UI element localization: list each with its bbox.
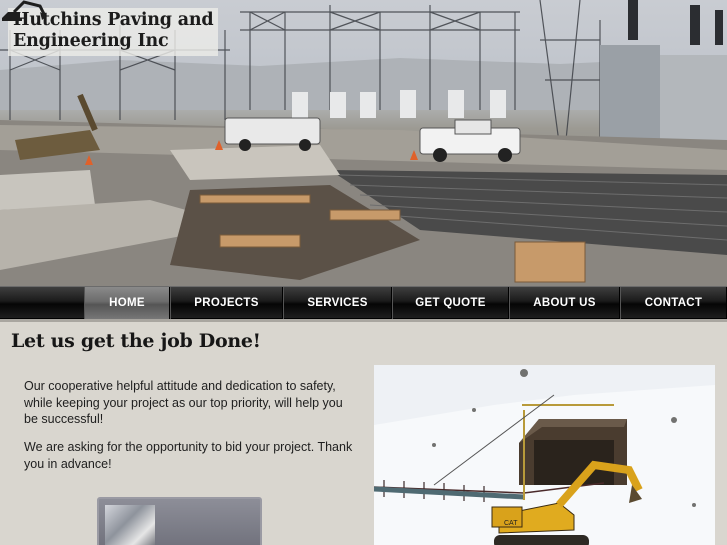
nav-contact-label: CONTACT — [644, 297, 703, 309]
nav-home[interactable]: HOME — [84, 287, 170, 319]
nav-divider — [0, 319, 727, 322]
nav-contact[interactable]: CONTACT — [620, 287, 727, 319]
nav-services[interactable]: SERVICES — [283, 287, 392, 319]
page-headline: Let us get the job Done! — [11, 330, 261, 352]
svg-text:CAT: CAT — [504, 520, 518, 527]
excavator-logo-icon — [2, 0, 47, 21]
nav-get-quote[interactable]: GET QUOTE — [392, 287, 509, 319]
project-thumbnail-link[interactable] — [97, 497, 262, 545]
company-name-line2: Engineering Inc — [13, 31, 169, 51]
nav-services-label: SERVICES — [307, 297, 368, 309]
hero-image: Hutchins Paving and Engineering Inc — [0, 0, 727, 286]
bid-paragraph: We are asking for the opportunity to bid… — [24, 440, 353, 471]
main-navigation: HOME PROJECTS SERVICES GET QUOTE ABOUT U… — [0, 286, 727, 319]
nav-home-label: HOME — [109, 297, 145, 309]
thumbnail-image — [105, 505, 155, 545]
excavator-snow-photo: CAT — [374, 365, 715, 545]
intro-paragraph: Our cooperative helpful attitude and ded… — [24, 379, 343, 426]
excavator-snow-illustration: CAT — [374, 365, 715, 545]
nav-about-us-label: ABOUT US — [533, 297, 596, 309]
nav-projects-label: PROJECTS — [194, 297, 259, 309]
nav-about-us[interactable]: ABOUT US — [509, 287, 620, 319]
nav-get-quote-label: GET QUOTE — [415, 297, 486, 309]
nav-projects[interactable]: PROJECTS — [170, 287, 283, 319]
